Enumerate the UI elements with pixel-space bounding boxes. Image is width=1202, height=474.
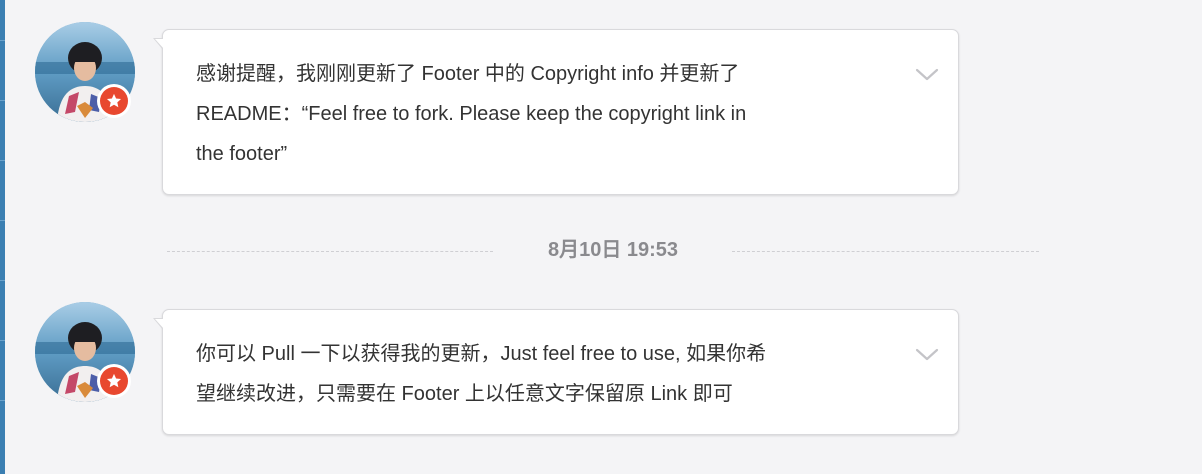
message-bubble[interactable]: 感谢提醒，我刚刚更新了 Footer 中的 Copyright info 并更新…	[153, 29, 959, 195]
left-edge-tick	[0, 40, 5, 41]
message-text: 感谢提醒，我刚刚更新了 Footer 中的 Copyright info 并更新…	[196, 63, 747, 165]
left-edge-tick	[0, 400, 5, 401]
left-edge-tick	[0, 160, 5, 161]
divider-line-right	[732, 251, 1039, 252]
message-bubble[interactable]: 你可以 Pull 一下以获得我的更新，Just feel free to use…	[153, 309, 959, 435]
star-badge-icon	[97, 364, 131, 398]
star-badge-icon	[97, 84, 131, 118]
timestamp-label: 8月10日 19:53	[547, 239, 679, 261]
left-edge-tick	[0, 340, 5, 341]
left-edge-tick	[0, 100, 5, 101]
chevron-down-icon[interactable]	[915, 348, 939, 362]
chevron-down-icon[interactable]	[915, 68, 939, 82]
avatar[interactable]	[35, 302, 137, 404]
left-edge-tick	[0, 280, 5, 281]
divider-line-left	[167, 251, 493, 252]
avatar[interactable]	[35, 22, 137, 124]
message-text: 你可以 Pull 一下以获得我的更新，Just feel free to use…	[196, 343, 767, 405]
left-edge-tick	[0, 220, 5, 221]
timestamp-divider: 8月10日 19:53	[167, 232, 1039, 264]
left-edge-strip	[0, 0, 5, 474]
